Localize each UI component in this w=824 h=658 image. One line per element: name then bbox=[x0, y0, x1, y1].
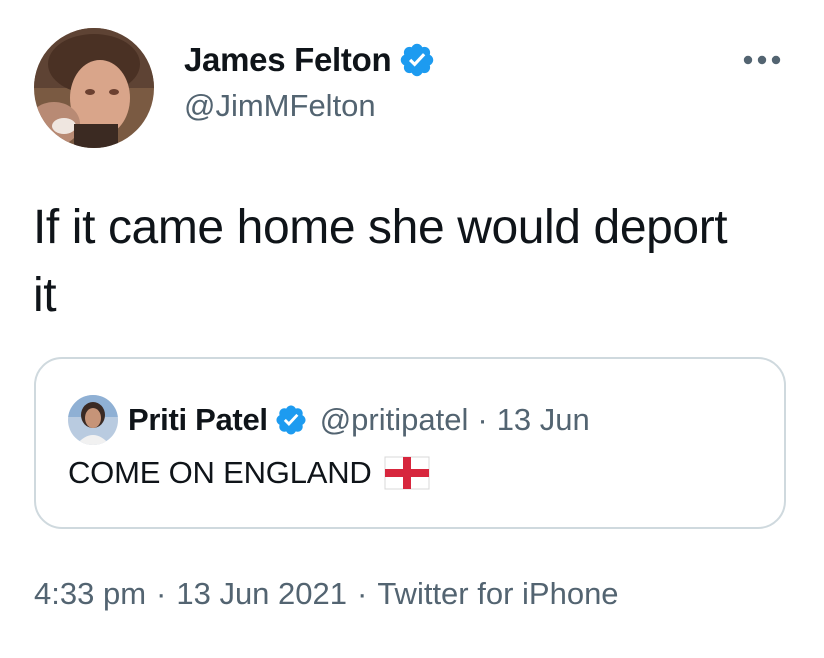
author-avatar[interactable] bbox=[34, 28, 154, 148]
quoted-tweet-text-row: COME ON ENGLAND bbox=[68, 455, 430, 491]
quoted-tweet-header: Priti Patel @pritipatel · 13 Jun bbox=[68, 395, 590, 445]
quoted-avatar-photo-icon bbox=[68, 395, 118, 445]
more-options-button[interactable] bbox=[730, 42, 794, 78]
tweet-time[interactable]: 4:33 pm bbox=[34, 576, 146, 611]
quoted-tweet-date[interactable]: 13 Jun bbox=[497, 402, 590, 438]
quoted-verified-badge-icon bbox=[274, 403, 308, 437]
tweet-source[interactable]: Twitter for iPhone bbox=[377, 576, 618, 611]
quoted-separator: · bbox=[477, 402, 488, 437]
quoted-tweet-card[interactable]: Priti Patel @pritipatel · 13 Jun COME ON… bbox=[34, 357, 786, 529]
tweet-text: If it came home she would deport it bbox=[33, 201, 728, 322]
quoted-author-display-name[interactable]: Priti Patel bbox=[128, 402, 268, 438]
ellipsis-icon bbox=[743, 55, 781, 65]
tweet-meta: 4:33 pm · 13 Jun 2021 · Twitter for iPhone bbox=[34, 576, 619, 612]
meta-separator: · bbox=[357, 576, 368, 611]
meta-separator: · bbox=[156, 576, 167, 611]
england-flag-icon bbox=[384, 456, 430, 490]
author-name-row: James Felton bbox=[184, 38, 436, 82]
author-display-name[interactable]: James Felton bbox=[184, 41, 392, 79]
avatar-photo-icon bbox=[34, 28, 154, 148]
quoted-author-avatar[interactable] bbox=[68, 395, 118, 445]
verified-badge-icon bbox=[398, 41, 436, 79]
quoted-author-handle[interactable]: @pritipatel bbox=[320, 402, 469, 438]
tweet-date[interactable]: 13 Jun 2021 bbox=[176, 576, 347, 611]
tweet: James Felton @JimMFelton If it came home… bbox=[0, 0, 824, 658]
author-handle[interactable]: @JimMFelton bbox=[184, 88, 436, 124]
author-block: James Felton @JimMFelton bbox=[184, 38, 436, 124]
quoted-tweet-text: COME ON ENGLAND bbox=[68, 455, 372, 490]
